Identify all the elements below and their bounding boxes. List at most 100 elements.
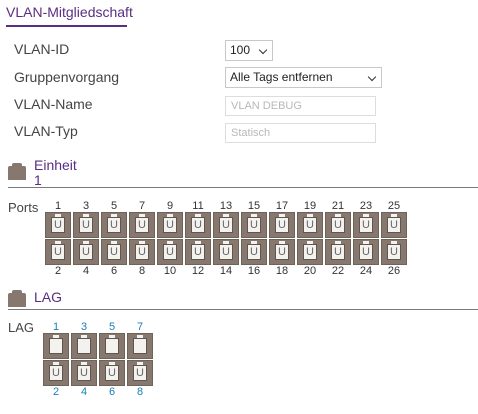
lag-state	[133, 338, 147, 354]
port-bottom-8[interactable]: U	[129, 239, 155, 265]
port-top-19[interactable]: U	[297, 212, 323, 238]
port-bottom-18[interactable]: U	[269, 239, 295, 265]
port-number: 8	[138, 265, 146, 277]
port-top-1[interactable]: U	[45, 212, 71, 238]
port-state: U	[359, 244, 373, 260]
port-top-25[interactable]: U	[381, 212, 407, 238]
lag-top-5[interactable]	[99, 333, 125, 359]
port-bottom-4[interactable]: U	[73, 239, 99, 265]
vlan-id-value: 100	[230, 43, 251, 57]
lag-bottom-2[interactable]: U	[43, 360, 69, 386]
port-number: 21	[331, 200, 345, 212]
port-bottom-2[interactable]: U	[45, 239, 71, 265]
port-state: U	[135, 217, 149, 233]
lag-number: 1	[52, 321, 60, 333]
port-state: U	[247, 244, 261, 260]
port-state: U	[387, 217, 401, 233]
lag-number: 3	[80, 321, 88, 333]
lag-state: U	[49, 365, 63, 381]
unit-divider	[8, 187, 478, 188]
group-operation-select[interactable]: Alle Tags entfernen	[225, 67, 382, 88]
unit-number: 1	[34, 172, 42, 188]
lag-top-7[interactable]	[127, 333, 153, 359]
port-bottom-6[interactable]: U	[101, 239, 127, 265]
port-number: 12	[191, 265, 205, 277]
group-operation-label: Gruppenvorgang	[14, 69, 120, 85]
port-top-3[interactable]: U	[73, 212, 99, 238]
page-title-tab[interactable]: VLAN-Mitgliedschaft	[6, 4, 133, 20]
lag-label: LAG	[8, 320, 35, 335]
lag-bottom-4[interactable]: U	[71, 360, 97, 386]
port-number: 26	[387, 265, 401, 277]
port-state: U	[387, 244, 401, 260]
port-number: 11	[192, 200, 204, 212]
lag-bottom-8[interactable]: U	[127, 360, 153, 386]
port-state: U	[191, 217, 205, 233]
port-number: 14	[219, 265, 233, 277]
port-number: 1	[54, 200, 62, 212]
lag-number: 5	[108, 321, 116, 333]
port-top-17[interactable]: U	[269, 212, 295, 238]
port-top-23[interactable]: U	[353, 212, 379, 238]
port-state: U	[51, 244, 65, 260]
port-bottom-10[interactable]: U	[157, 239, 183, 265]
lag-state	[105, 338, 119, 354]
port-number: 9	[166, 200, 174, 212]
port-state: U	[51, 217, 65, 233]
port-number: 10	[163, 265, 177, 277]
port-top-5[interactable]: U	[101, 212, 127, 238]
port-top-9[interactable]: U	[157, 212, 183, 238]
port-bottom-22[interactable]: U	[325, 239, 351, 265]
port-number: 6	[110, 265, 118, 277]
lag-number: 7	[136, 321, 144, 333]
port-bottom-12[interactable]: U	[185, 239, 211, 265]
port-state: U	[331, 217, 345, 233]
port-number: 7	[138, 200, 146, 212]
lag-top-3[interactable]	[71, 333, 97, 359]
port-state: U	[163, 217, 177, 233]
port-state: U	[219, 244, 233, 260]
port-state: U	[219, 217, 233, 233]
port-top-13[interactable]: U	[213, 212, 239, 238]
lag-section-title: LAG	[34, 289, 63, 305]
port-bottom-24[interactable]: U	[353, 239, 379, 265]
vlan-id-select[interactable]: 100	[225, 40, 273, 61]
port-bottom-14[interactable]: U	[213, 239, 239, 265]
port-number: 20	[303, 265, 317, 277]
lag-state: U	[105, 365, 119, 381]
port-top-11[interactable]: U	[185, 212, 211, 238]
lag-top-1[interactable]	[43, 333, 69, 359]
port-state: U	[331, 244, 345, 260]
port-top-21[interactable]: U	[325, 212, 351, 238]
port-state: U	[107, 244, 121, 260]
port-top-15[interactable]: U	[241, 212, 267, 238]
port-state: U	[163, 244, 177, 260]
vlan-id-label: VLAN-ID	[14, 41, 70, 57]
port-state: U	[135, 244, 149, 260]
port-bottom-26[interactable]: U	[381, 239, 407, 265]
port-bottom-16[interactable]: U	[241, 239, 267, 265]
port-state: U	[359, 217, 373, 233]
port-number: 15	[247, 200, 261, 212]
port-number: 22	[331, 265, 345, 277]
port-number: 5	[110, 200, 118, 212]
port-top-7[interactable]: U	[129, 212, 155, 238]
lag-state: U	[133, 365, 147, 381]
port-state: U	[303, 217, 317, 233]
lag-state: U	[77, 365, 91, 381]
vlan-name-label: VLAN-Name	[14, 96, 93, 112]
lag-bottom-6[interactable]: U	[99, 360, 125, 386]
group-operation-value: Alle Tags entfernen	[230, 70, 333, 84]
port-bottom-20[interactable]: U	[297, 239, 323, 265]
port-number: 13	[219, 200, 233, 212]
port-number: 24	[359, 265, 373, 277]
lag-number: 4	[80, 386, 88, 398]
port-number: 3	[82, 200, 90, 212]
unit-section-title: Einheit	[34, 157, 77, 173]
port-state: U	[275, 217, 289, 233]
lag-icon	[8, 290, 26, 307]
port-number: 18	[275, 265, 289, 277]
port-number: 16	[247, 265, 261, 277]
port-state: U	[107, 217, 121, 233]
title-underline	[6, 25, 127, 27]
